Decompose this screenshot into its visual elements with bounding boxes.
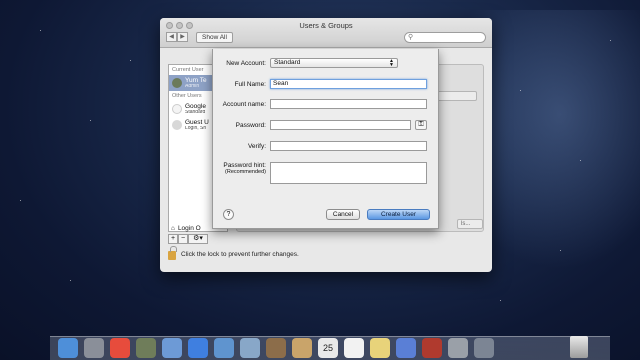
titlebar: Users & Groups ◀ ▶ Show All ⚲ (160, 18, 492, 48)
remove-user-button[interactable]: − (178, 234, 188, 244)
mail-icon[interactable] (240, 338, 260, 358)
safari-icon[interactable] (214, 338, 234, 358)
password-row: Password: ⚿ (213, 120, 438, 130)
back-button[interactable]: ◀ (166, 32, 177, 42)
user-role: Login, Sh (185, 126, 207, 131)
account-type-select[interactable]: Standard ▲ ▼ (270, 58, 398, 68)
full-name-field[interactable]: Sean (270, 79, 427, 89)
launchpad-icon[interactable] (84, 338, 104, 358)
password-field[interactable] (270, 120, 411, 130)
new-account-label: New Account: (226, 59, 266, 67)
full-name-row: Full Name: Sean (213, 79, 438, 89)
verify-label: Verify: (247, 142, 266, 150)
search-input[interactable]: ⚲ (404, 32, 486, 43)
reminders-icon[interactable] (344, 338, 364, 358)
lock-row: Click the lock to prevent further change… (168, 246, 299, 260)
account-name-label: Account name: (222, 100, 266, 108)
user-name: Google (185, 103, 206, 110)
guest-avatar-icon (172, 120, 182, 130)
hint-row: Password hint: (Recommended) (213, 162, 438, 184)
new-account-row: New Account: Standard ▲ ▼ (213, 58, 438, 68)
cancel-button[interactable]: Cancel (326, 209, 360, 220)
account-name-field[interactable] (270, 99, 427, 109)
hint-label-sub: (Recommended) (225, 169, 266, 175)
house-icon: ⌂ (171, 224, 175, 232)
address-book-icon[interactable] (292, 338, 312, 358)
user-role: Standard (185, 110, 206, 115)
mail-stamp-icon[interactable] (162, 338, 182, 358)
photo-icon[interactable] (136, 338, 156, 358)
finder-icon[interactable] (58, 338, 78, 358)
account-type-value: Standard (274, 59, 301, 66)
hint-label: Password hint: (Recommended) (213, 162, 270, 176)
dock-icons: 25 (58, 338, 494, 358)
downloads-icon[interactable] (474, 338, 494, 358)
user-name: Yum Te (185, 77, 207, 84)
system-preferences-icon[interactable] (448, 338, 468, 358)
help-button[interactable]: ? (223, 209, 234, 220)
updown-arrows-icon: ▲ ▼ (389, 58, 394, 68)
new-account-sheet: New Account: Standard ▲ ▼ Full Name: Sean… (212, 49, 439, 229)
window-title: Users & Groups (299, 21, 353, 30)
app-store-icon[interactable] (188, 338, 208, 358)
account-name-row: Account name: (213, 99, 438, 109)
lock-text: Click the lock to prevent further change… (181, 250, 299, 258)
password-label: Password: (235, 121, 266, 129)
password-assistant-key-icon[interactable]: ⚿ (415, 120, 427, 130)
add-user-button[interactable]: + (168, 234, 178, 244)
show-all-button[interactable]: Show All (196, 32, 233, 43)
contacts-icon[interactable] (266, 338, 286, 358)
login-options-label: Login O (177, 224, 201, 232)
full-name-label: Full Name: (234, 80, 266, 88)
itunes-icon[interactable] (396, 338, 416, 358)
search-icon: ⚲ (408, 34, 414, 41)
gear-menu-button[interactable]: ⚙▾ (188, 234, 208, 244)
photo-booth-icon[interactable] (422, 338, 442, 358)
forward-button[interactable]: ▶ (177, 32, 188, 42)
avatar (172, 104, 182, 114)
password-hint-field[interactable] (270, 162, 427, 184)
chrome-icon[interactable] (110, 338, 130, 358)
verify-row: Verify: (213, 141, 438, 151)
verify-field[interactable] (270, 141, 427, 151)
parental-controls-button[interactable]: ls... (457, 219, 483, 229)
user-role: Admin (185, 84, 200, 89)
notes-icon[interactable] (370, 338, 390, 358)
list-controls: + − ⚙▾ (168, 234, 208, 244)
lock-icon[interactable] (168, 246, 177, 260)
trash-icon[interactable] (570, 336, 588, 358)
nav-buttons: ◀ ▶ (166, 32, 188, 42)
user-name: Guest U (185, 119, 209, 126)
calendar-icon[interactable]: 25 (318, 338, 338, 358)
create-user-button[interactable]: Create User (367, 209, 430, 220)
avatar (172, 78, 182, 88)
hint-label-text: Password hint: (223, 162, 266, 169)
